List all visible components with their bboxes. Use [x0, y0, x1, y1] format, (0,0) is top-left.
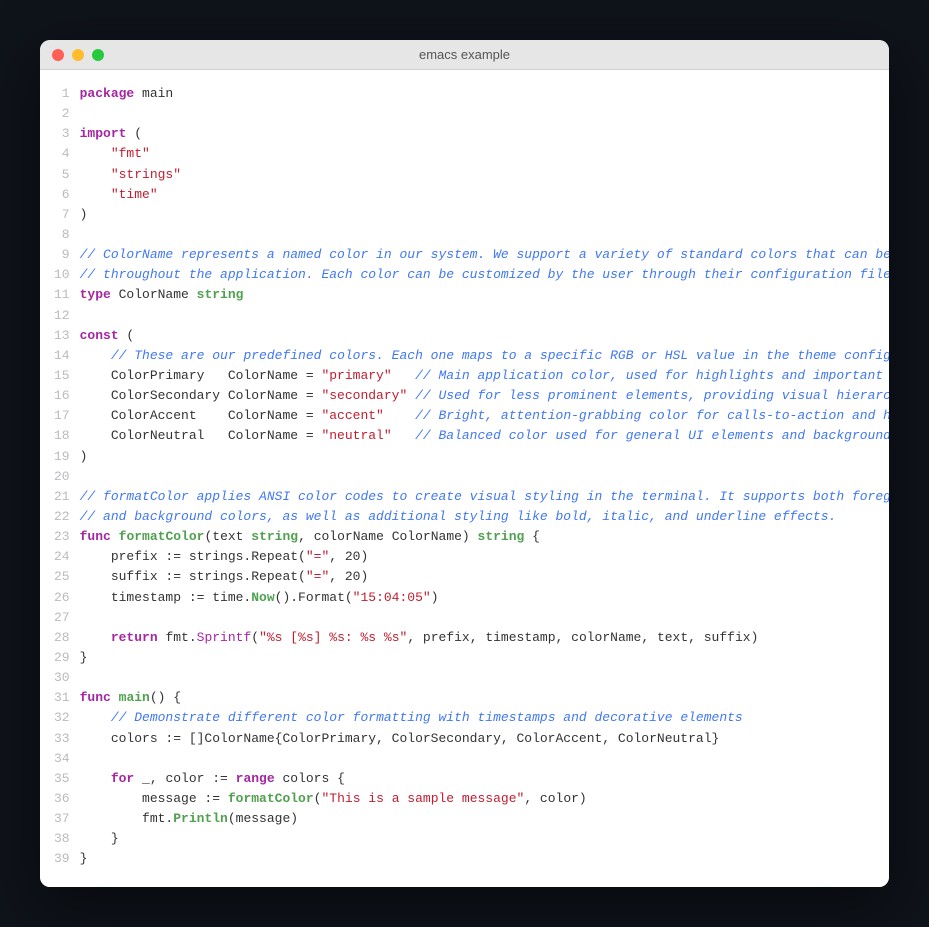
code-line: ColorPrimary ColorName = "primary" // Ma… — [80, 366, 889, 386]
code-line — [80, 608, 889, 628]
code-line: } — [80, 829, 889, 849]
code-line: const ( — [80, 326, 889, 346]
code-line: // ColorName represents a named color in… — [80, 245, 889, 265]
titlebar: emacs example — [40, 40, 889, 70]
traffic-lights — [52, 49, 104, 61]
line-number-gutter: 1 2 3 4 5 6 7 8 9 10 11 12 13 14 15 16 1… — [40, 84, 80, 869]
window-zoom-icon[interactable] — [92, 49, 104, 61]
code-line: // throughout the application. Each colo… — [80, 265, 889, 285]
code-line: ) — [80, 205, 889, 225]
code-line: } — [80, 648, 889, 668]
code-line: // These are our predefined colors. Each… — [80, 346, 889, 366]
code-line: // formatColor applies ANSI color codes … — [80, 487, 889, 507]
editor-area[interactable]: 1 2 3 4 5 6 7 8 9 10 11 12 13 14 15 16 1… — [40, 70, 889, 887]
window-minimize-icon[interactable] — [72, 49, 84, 61]
code-line: "strings" — [80, 165, 889, 185]
code-line: fmt.Println(message) — [80, 809, 889, 829]
code-line: message := formatColor("This is a sample… — [80, 789, 889, 809]
code-line — [80, 306, 889, 326]
code-line: // and background colors, as well as add… — [80, 507, 889, 527]
code-line: ) — [80, 447, 889, 467]
code-line: func formatColor(text string, colorName … — [80, 527, 889, 547]
code-line: import ( — [80, 124, 889, 144]
code-line — [80, 749, 889, 769]
code-line: for _, color := range colors { — [80, 769, 889, 789]
code-line: return fmt.Sprintf("%s [%s] %s: %s %s", … — [80, 628, 889, 648]
code-line — [80, 668, 889, 688]
code-line: type ColorName string — [80, 285, 889, 305]
code-line: func main() { — [80, 688, 889, 708]
window-close-icon[interactable] — [52, 49, 64, 61]
editor-window: emacs example 1 2 3 4 5 6 7 8 9 10 11 12… — [40, 40, 889, 887]
code-line: suffix := strings.Repeat("=", 20) — [80, 567, 889, 587]
code-line: timestamp := time.Now().Format("15:04:05… — [80, 588, 889, 608]
code-line: ColorSecondary ColorName = "secondary" /… — [80, 386, 889, 406]
code-line — [80, 104, 889, 124]
code-line — [80, 467, 889, 487]
code-line: prefix := strings.Repeat("=", 20) — [80, 547, 889, 567]
code-line: } — [80, 849, 889, 869]
code-line: ColorAccent ColorName = "accent" // Brig… — [80, 406, 889, 426]
code-line: // Demonstrate different color formattin… — [80, 708, 889, 728]
code-line: ColorNeutral ColorName = "neutral" // Ba… — [80, 426, 889, 446]
code-line: "time" — [80, 185, 889, 205]
code-line: package main — [80, 84, 889, 104]
code-line: colors := []ColorName{ColorPrimary, Colo… — [80, 729, 889, 749]
code-line — [80, 225, 889, 245]
code-content[interactable]: package main import ( "fmt" "strings" "t… — [80, 84, 889, 869]
code-line: "fmt" — [80, 144, 889, 164]
window-title: emacs example — [40, 47, 889, 62]
